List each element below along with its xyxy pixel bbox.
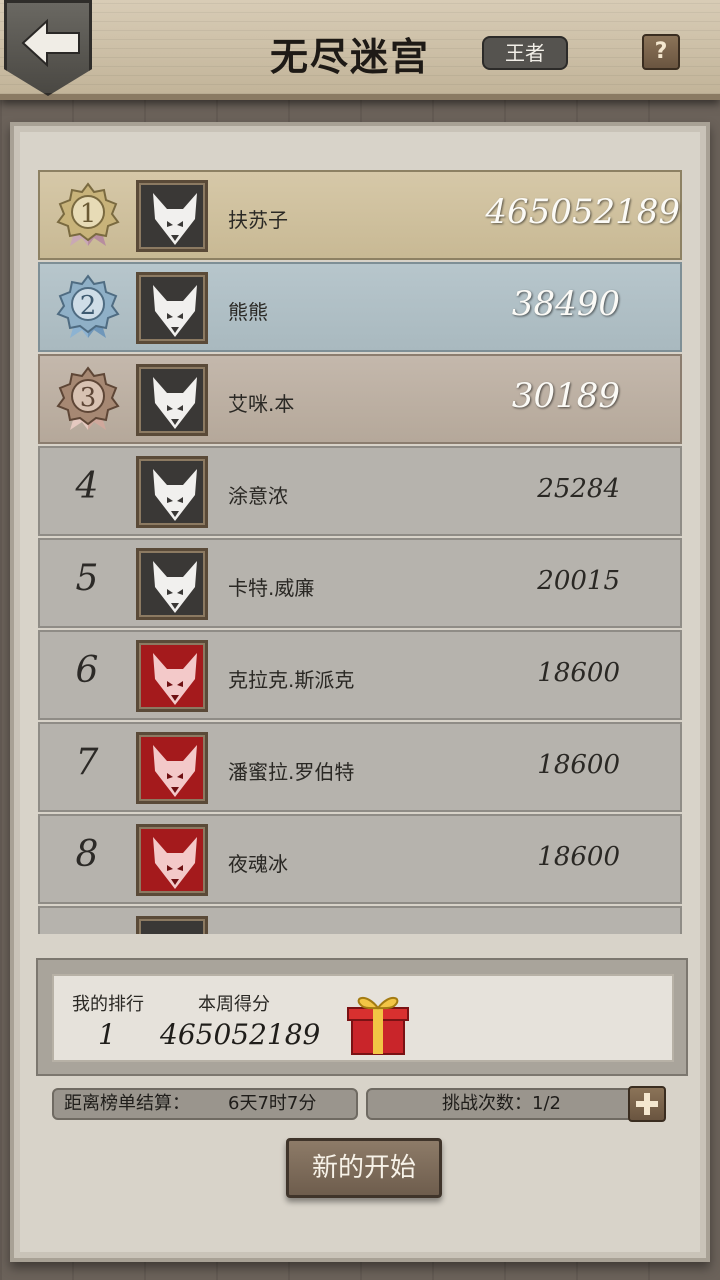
rank-number: 4 bbox=[75, 466, 99, 507]
gift-icon[interactable] bbox=[346, 990, 410, 1056]
leaderboard-row[interactable]: 7 潘蜜拉.罗伯特 18600 bbox=[38, 722, 682, 812]
wolf-icon bbox=[153, 561, 197, 613]
player-score: 30189 bbox=[511, 376, 620, 416]
leaderboard-row[interactable]: 8 夜魂冰 18600 bbox=[38, 814, 682, 904]
player-score: 20015 bbox=[537, 566, 620, 596]
player-score: 38490 bbox=[511, 284, 620, 324]
avatar bbox=[136, 548, 208, 620]
help-button[interactable]: ? bbox=[642, 34, 680, 70]
leaderboard-row-partial[interactable] bbox=[38, 906, 682, 934]
tier-button[interactable]: 王者 bbox=[482, 36, 568, 70]
leaderboard-row[interactable]: 1 扶苏子 465052189 bbox=[38, 170, 682, 260]
leaderboard-row[interactable]: 5 卡特.威廉 20015 bbox=[38, 538, 682, 628]
player-score: 18600 bbox=[537, 842, 620, 872]
challenge-count: 挑战次数：1/2 bbox=[442, 1093, 561, 1114]
player-name: 克拉克.斯派克 bbox=[228, 668, 355, 692]
bronze-medal-icon: 3 bbox=[56, 366, 120, 430]
settle-label: 距离榜单结算： bbox=[64, 1093, 190, 1114]
player-name: 潘蜜拉.罗伯特 bbox=[228, 760, 355, 784]
player-name: 熊熊 bbox=[228, 300, 268, 324]
plus-icon bbox=[636, 1093, 658, 1115]
avatar bbox=[136, 456, 208, 528]
avatar bbox=[136, 272, 208, 344]
leaderboard-row[interactable]: 6 克拉克.斯派克 18600 bbox=[38, 630, 682, 720]
player-name: 卡特.威廉 bbox=[228, 576, 315, 600]
weekly-score-label: 本周得分 bbox=[198, 994, 270, 1015]
add-challenge-button[interactable] bbox=[628, 1086, 666, 1122]
leaderboard-list[interactable]: 1 扶苏子 465052189 2 熊熊 38490 3 艾咪.本 30189 … bbox=[38, 170, 682, 934]
avatar bbox=[136, 732, 208, 804]
gold-medal-icon: 1 bbox=[56, 182, 120, 246]
svg-text:3: 3 bbox=[80, 383, 97, 413]
player-score: 465052189 bbox=[485, 192, 680, 232]
leaderboard-row[interactable]: 4 涂意浓 25284 bbox=[38, 446, 682, 536]
wolf-icon bbox=[153, 377, 197, 429]
rank-number: 7 bbox=[75, 742, 99, 783]
settle-timer-bar: 距离榜单结算： 6天7时7分 bbox=[52, 1088, 358, 1120]
avatar bbox=[136, 916, 208, 934]
player-name: 夜魂冰 bbox=[228, 852, 288, 876]
wolf-icon bbox=[153, 837, 197, 889]
wolf-icon bbox=[153, 745, 197, 797]
wolf-icon bbox=[153, 653, 197, 705]
wolf-icon bbox=[153, 193, 197, 245]
back-arrow-icon bbox=[21, 18, 80, 68]
weekly-score-value: 465052189 bbox=[160, 1018, 321, 1051]
svg-text:1: 1 bbox=[80, 199, 97, 229]
wolf-icon bbox=[153, 285, 197, 337]
avatar bbox=[136, 824, 208, 896]
settle-time: 6天7时7分 bbox=[228, 1093, 317, 1114]
player-name: 艾咪.本 bbox=[228, 392, 295, 416]
page-title: 无尽迷宫 bbox=[269, 34, 430, 79]
avatar bbox=[136, 364, 208, 436]
rank-number: 8 bbox=[75, 834, 99, 875]
player-score: 18600 bbox=[537, 750, 620, 780]
wolf-icon bbox=[153, 469, 197, 521]
leaderboard-row[interactable]: 2 熊熊 38490 bbox=[38, 262, 682, 352]
leaderboard-row[interactable]: 3 艾咪.本 30189 bbox=[38, 354, 682, 444]
rank-number: 5 bbox=[75, 558, 99, 599]
silver-medal-icon: 2 bbox=[56, 274, 120, 338]
rank-number: 6 bbox=[75, 650, 99, 691]
avatar bbox=[136, 640, 208, 712]
player-name: 扶苏子 bbox=[228, 208, 288, 232]
avatar bbox=[136, 180, 208, 252]
my-rank-label: 我的排行 bbox=[72, 994, 144, 1015]
new-start-button[interactable]: 新的开始 bbox=[286, 1138, 442, 1198]
svg-text:2: 2 bbox=[80, 291, 97, 321]
player-name: 涂意浓 bbox=[228, 484, 288, 508]
my-rank-value: 1 bbox=[98, 1018, 116, 1051]
player-score: 25284 bbox=[537, 474, 620, 504]
challenge-count-bar: 挑战次数：1/2 bbox=[366, 1088, 662, 1120]
player-score: 18600 bbox=[537, 658, 620, 688]
